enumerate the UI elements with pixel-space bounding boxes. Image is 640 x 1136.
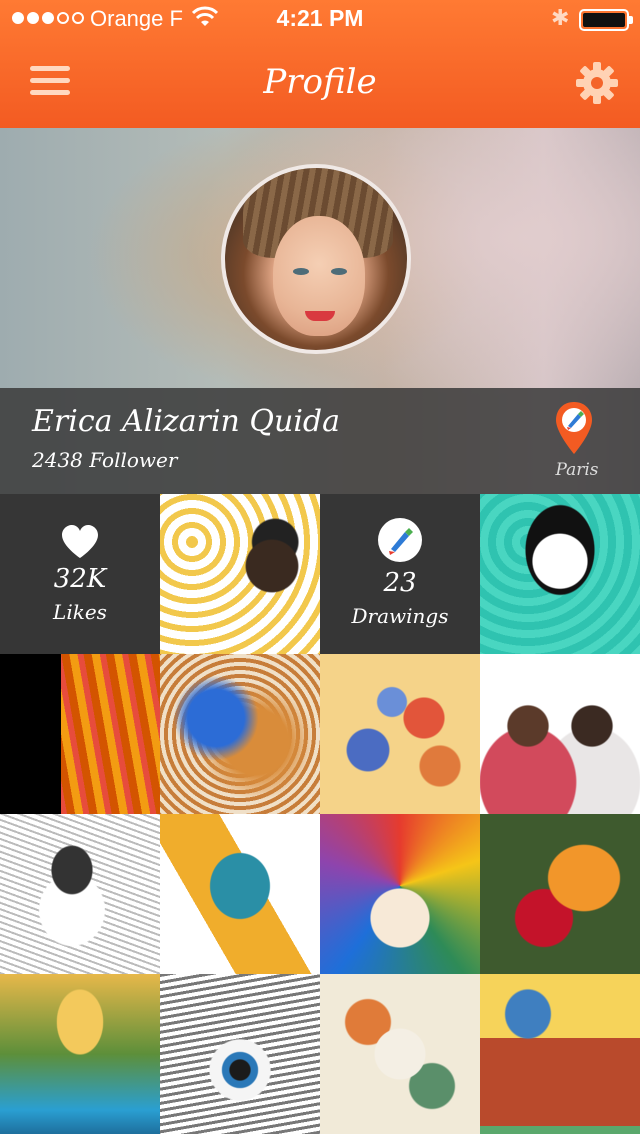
bluetooth-icon: ✱ xyxy=(551,6,570,31)
status-bar: Orange F 4:21 PM ✱ xyxy=(0,0,640,40)
drawing-thumbnail[interactable] xyxy=(160,974,320,1134)
drawing-thumbnail[interactable] xyxy=(320,814,480,974)
drawings-grid: 32K Likes 23 Drawings xyxy=(0,494,640,1136)
drawing-thumbnail[interactable] xyxy=(0,654,160,814)
profile-hero: Erica Alizarin Quida 2438 Follower Paris xyxy=(0,128,640,494)
heart-icon xyxy=(62,525,98,558)
drawing-thumbnail[interactable] xyxy=(160,814,320,974)
profile-info-bar: Erica Alizarin Quida 2438 Follower Paris xyxy=(0,388,640,494)
clock: 4:21 PM xyxy=(276,5,364,31)
drawing-thumbnail[interactable] xyxy=(480,654,640,814)
location-pin-icon xyxy=(556,402,592,454)
page-title: Profile xyxy=(263,62,377,102)
drawing-thumbnail[interactable] xyxy=(480,494,640,654)
likes-stat[interactable]: 32K Likes xyxy=(0,494,160,654)
location-label: Paris xyxy=(555,460,599,480)
likes-label: Likes xyxy=(53,600,107,624)
nav-bar: Profile xyxy=(0,40,640,128)
follower-count[interactable]: 2438 Follower xyxy=(32,448,177,472)
drawing-thumbnail[interactable] xyxy=(480,814,640,974)
likes-count: 32K xyxy=(53,564,107,594)
profile-name: Erica Alizarin Quida xyxy=(32,404,340,439)
drawings-count: 23 xyxy=(383,568,417,598)
drawings-label: Drawings xyxy=(351,604,449,628)
battery-icon xyxy=(579,9,633,31)
drawing-thumbnail[interactable] xyxy=(160,494,320,654)
drawing-thumbnail[interactable] xyxy=(480,974,640,1134)
drawing-thumbnail[interactable] xyxy=(320,974,480,1134)
drawing-thumbnail[interactable] xyxy=(0,814,160,974)
drawing-thumbnail[interactable] xyxy=(0,974,160,1134)
drawing-thumbnail[interactable] xyxy=(320,654,480,814)
drawings-stat[interactable]: 23 Drawings xyxy=(320,494,480,654)
drawing-thumbnail[interactable] xyxy=(160,654,320,814)
avatar[interactable] xyxy=(221,164,411,354)
gear-icon[interactable] xyxy=(574,60,620,106)
brush-icon xyxy=(378,518,422,562)
top-bar: Orange F 4:21 PM ✱ Profile xyxy=(0,0,640,128)
